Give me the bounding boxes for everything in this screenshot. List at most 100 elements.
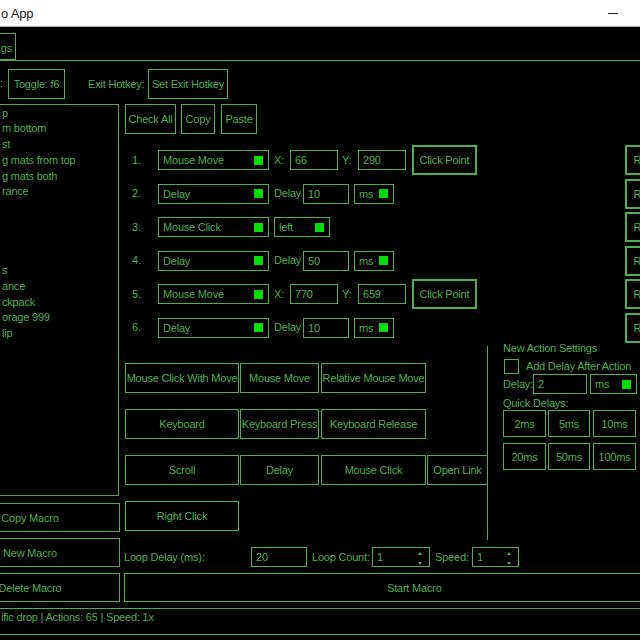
- row-number: 2.: [132, 187, 141, 199]
- add-keyboard-press-button[interactable]: Keyboard Press: [240, 409, 319, 439]
- loop-delay-input[interactable]: 20: [251, 547, 307, 567]
- remove-button[interactable]: Remove: [625, 279, 640, 309]
- exit-hotkey-label: Exit Hotkey:: [88, 78, 144, 90]
- toggle-hotkey-button[interactable]: Toggle: f6: [8, 69, 65, 99]
- dropdown-indicator-icon: [315, 223, 324, 232]
- click-point-button[interactable]: Click Point: [412, 279, 477, 309]
- action-type-dropdown[interactable]: Delay: [158, 251, 269, 271]
- new-action-title: New Action Settings: [503, 342, 597, 354]
- action-type-dropdown[interactable]: Mouse Click: [158, 217, 269, 237]
- macro-list-item[interactable]: st: [1, 137, 119, 153]
- delay-input[interactable]: 10: [303, 318, 349, 338]
- delay-label: Delay: [274, 187, 301, 199]
- x-input[interactable]: 770: [290, 284, 338, 304]
- delay-input[interactable]: 50: [303, 251, 349, 271]
- add-mouse-click-button[interactable]: Mouse Click: [321, 455, 426, 485]
- delay-input[interactable]: 10: [303, 184, 349, 204]
- action-type-dropdown[interactable]: Delay: [158, 318, 269, 338]
- y-input[interactable]: 659: [358, 284, 406, 304]
- macro-list-item[interactable]: ckpack: [1, 295, 119, 311]
- macro-list-item[interactable]: orage 999: [1, 310, 119, 326]
- title-bar: o App: [0, 0, 640, 27]
- action-type-dropdown[interactable]: Mouse Move: [158, 284, 269, 304]
- set-exit-hotkey-button[interactable]: Set Exit Hotkey: [148, 69, 228, 99]
- remove-button[interactable]: Remove: [625, 212, 640, 242]
- macro-list-item[interactable]: lip: [1, 326, 119, 342]
- dropdown-indicator-icon: [379, 189, 388, 198]
- action-type-dropdown[interactable]: Mouse Move: [158, 150, 269, 170]
- add-delay-button[interactable]: Delay: [240, 455, 319, 485]
- quick-delay-5ms-button[interactable]: 5ms: [548, 410, 590, 437]
- status-text: ific drop | Actions: 65 | Speed: 1x: [1, 611, 154, 623]
- copy-macro-button[interactable]: Copy Macro: [0, 503, 120, 532]
- dropdown-indicator-icon: [254, 156, 263, 165]
- y-input[interactable]: 290: [358, 150, 406, 170]
- loop-count-label: Loop Count:: [312, 551, 370, 563]
- macro-list-item[interactable]: [1, 232, 119, 248]
- row-number: 4.: [132, 254, 141, 266]
- macro-list-item[interactable]: [1, 216, 119, 232]
- loop-count-spinner[interactable]: 1: [372, 547, 430, 567]
- macro-list-item[interactable]: p: [1, 106, 119, 122]
- minimize-icon[interactable]: [608, 13, 618, 14]
- macro-list-item[interactable]: g mats both: [1, 169, 119, 185]
- row-number: 6.: [132, 321, 141, 333]
- add-keyboard-release-button[interactable]: Keyboard Release: [321, 409, 426, 439]
- y-label: Y:: [342, 154, 351, 166]
- y-label: Y:: [342, 288, 351, 300]
- paste-button[interactable]: Paste: [221, 104, 257, 134]
- new-unit-dropdown[interactable]: ms: [590, 374, 637, 394]
- macro-list-item[interactable]: ance: [1, 279, 119, 295]
- quick-delay-50ms-button[interactable]: 50ms: [548, 443, 590, 470]
- macro-list-item[interactable]: g mats from top: [1, 153, 119, 169]
- add-keyboard-button[interactable]: Keyboard: [125, 409, 239, 439]
- dropdown-indicator-icon: [379, 256, 388, 265]
- macro-list[interactable]: p m bottom st g mats from top g mats bot…: [0, 104, 119, 496]
- quick-delay-2ms-button[interactable]: 2ms: [503, 410, 546, 437]
- delete-macro-button[interactable]: Delete Macro: [0, 573, 120, 602]
- add-right-click-button[interactable]: Right Click: [125, 501, 239, 531]
- click-point-button[interactable]: Click Point: [412, 145, 477, 175]
- x-label: X:: [274, 154, 284, 166]
- row-number: 1.: [132, 154, 141, 166]
- copy-button[interactable]: Copy: [181, 104, 215, 134]
- tab-settings[interactable]: gs: [0, 33, 16, 60]
- spinner-arrows-icon[interactable]: [417, 552, 423, 565]
- macro-list-item[interactable]: [1, 200, 119, 216]
- new-delay-input[interactable]: 2: [533, 374, 587, 394]
- speed-label: Speed:: [435, 551, 469, 563]
- start-macro-button[interactable]: Start Macro: [124, 573, 640, 602]
- add-delay-checkbox[interactable]: [504, 359, 519, 374]
- action-type-dropdown[interactable]: Delay: [158, 184, 269, 204]
- row-number: 3.: [132, 221, 141, 233]
- macro-list-item[interactable]: m bottom: [1, 121, 119, 137]
- unit-dropdown[interactable]: ms: [354, 184, 394, 204]
- add-scroll-button[interactable]: Scroll: [125, 455, 239, 485]
- delay-label: Delay: [274, 321, 301, 333]
- quick-delay-20ms-button[interactable]: 20ms: [503, 443, 546, 470]
- dropdown-indicator-icon: [254, 323, 263, 332]
- macro-list-item[interactable]: rance: [1, 184, 119, 200]
- speed-spinner[interactable]: 1: [472, 547, 519, 567]
- status-bar-top-line: [0, 608, 640, 609]
- spinner-arrows-icon[interactable]: [506, 552, 512, 565]
- loop-delay-label: Loop Delay (ms):: [124, 551, 205, 563]
- add-mouse-click-with-move-button[interactable]: Mouse Click With Move: [125, 363, 239, 393]
- macro-list-item[interactable]: s: [1, 263, 119, 279]
- macro-list-item[interactable]: [1, 247, 119, 263]
- mouse-button-dropdown[interactable]: left: [274, 217, 330, 237]
- remove-button[interactable]: Remove: [625, 179, 640, 209]
- x-input[interactable]: 66: [290, 150, 338, 170]
- remove-button[interactable]: Remove: [625, 313, 640, 343]
- quick-delay-10ms-button[interactable]: 10ms: [593, 410, 636, 437]
- check-all-button[interactable]: Check All: [125, 104, 176, 134]
- unit-dropdown[interactable]: ms: [354, 251, 394, 271]
- unit-dropdown[interactable]: ms: [354, 318, 394, 338]
- remove-button[interactable]: Remove: [625, 246, 640, 276]
- add-open-link-button[interactable]: Open Link: [427, 455, 488, 485]
- add-mouse-move-button[interactable]: Mouse Move: [240, 363, 319, 393]
- new-macro-button[interactable]: New Macro: [0, 538, 120, 567]
- remove-button[interactable]: Remove: [625, 145, 640, 175]
- quick-delay-100ms-button[interactable]: 100ms: [593, 443, 636, 470]
- add-relative-mouse-move-button[interactable]: Relative Mouse Move: [321, 363, 426, 393]
